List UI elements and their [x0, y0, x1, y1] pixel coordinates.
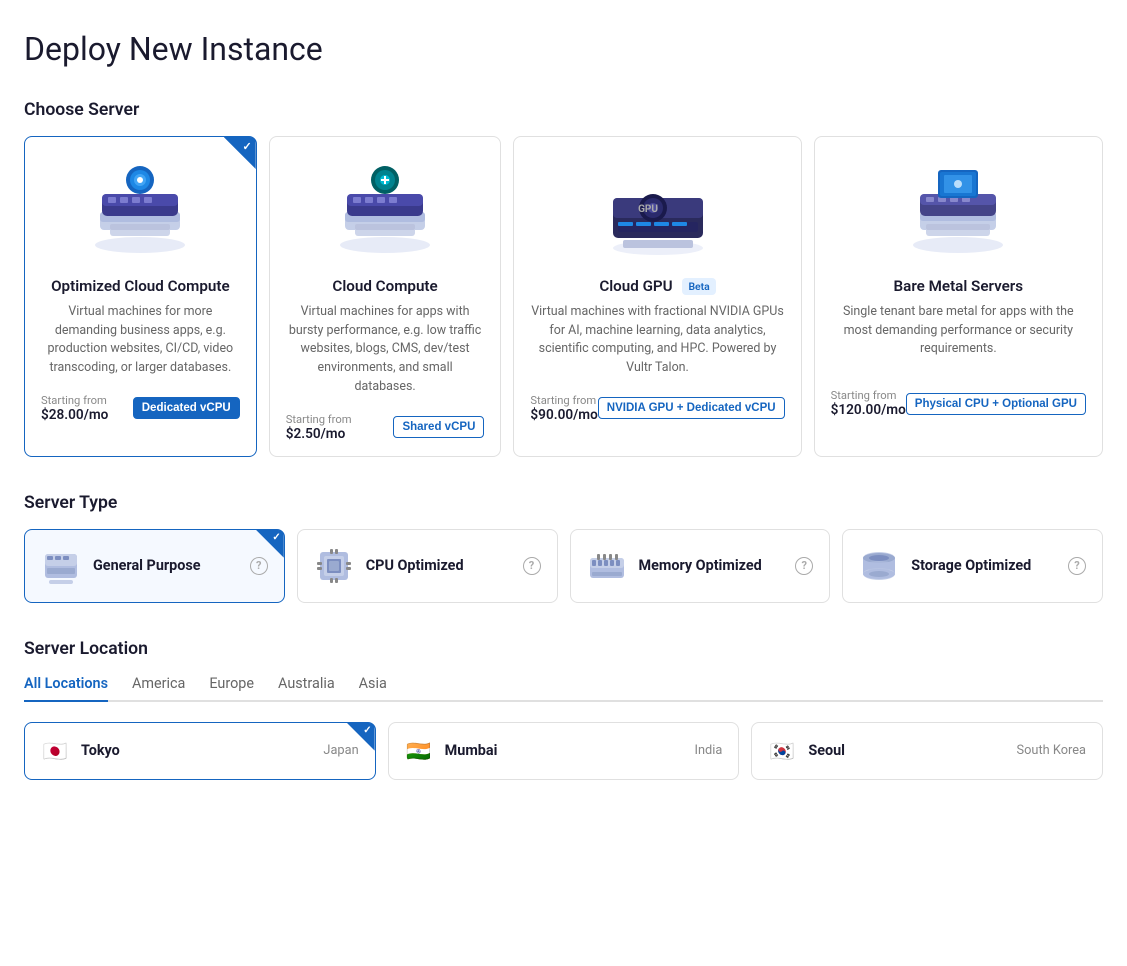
memory-optimized-icon: [587, 546, 627, 586]
location-tab-all[interactable]: All Locations: [24, 675, 108, 702]
card-title-optimized-cloud: Optimized Cloud Compute: [41, 277, 240, 295]
server-cards-grid: Optimized Cloud Compute Virtual machines…: [24, 136, 1103, 457]
card-footer-optimized-cloud: Starting from $28.00/mo Dedicated vCPU: [41, 394, 240, 423]
help-icon-memory[interactable]: ?: [795, 557, 813, 575]
choose-server-section: Choose Server: [24, 100, 1103, 457]
location-card-tokyo[interactable]: 🇯🇵 Tokyo Japan: [24, 722, 376, 780]
card-image-bare-metal: [831, 155, 1086, 265]
beta-badge: Beta: [682, 278, 715, 295]
location-name-tokyo: Tokyo: [81, 742, 311, 759]
server-card-bare-metal[interactable]: Bare Metal Servers Single tenant bare me…: [814, 136, 1103, 457]
location-cards-grid: 🇯🇵 Tokyo Japan 🇮🇳 Mumbai India 🇰🇷 Seoul …: [24, 722, 1103, 780]
starting-from-gpu: Starting from $90.00/mo: [530, 394, 597, 423]
server-type-heading: Server Type: [24, 493, 1103, 513]
server-location-section: Server Location All Locations America Eu…: [24, 639, 1103, 780]
location-name-mumbai: Mumbai: [445, 742, 683, 759]
location-tab-europe[interactable]: Europe: [209, 675, 254, 702]
card-desc-cloud-gpu: Virtual machines with fractional NVIDIA …: [530, 303, 784, 378]
type-check-badge-general: [256, 530, 284, 558]
server-type-cards-grid: General Purpose ?: [24, 529, 1103, 603]
general-purpose-icon: [41, 546, 81, 586]
location-tab-asia[interactable]: Asia: [359, 675, 387, 702]
card-title-cloud-gpu: Cloud GPU Beta: [530, 277, 784, 295]
location-tab-america[interactable]: America: [132, 675, 185, 702]
svg-text:GPU: GPU: [638, 204, 658, 215]
cpu-badge-gpu[interactable]: NVIDIA GPU + Dedicated vCPU: [598, 397, 785, 419]
type-card-general[interactable]: General Purpose ?: [24, 529, 285, 603]
type-card-memory[interactable]: Memory Optimized ?: [570, 529, 831, 603]
help-icon-cpu[interactable]: ?: [523, 557, 541, 575]
location-tab-australia[interactable]: Australia: [278, 675, 335, 702]
card-image-cloud-gpu: GPU: [530, 155, 784, 265]
type-name-cpu: CPU Optimized: [366, 557, 511, 574]
location-country-seoul: South Korea: [1017, 743, 1086, 758]
type-card-storage[interactable]: Storage Optimized ?: [842, 529, 1103, 603]
location-name-seoul: Seoul: [808, 742, 1004, 759]
starting-from-optimized: Starting from $28.00/mo: [41, 394, 108, 423]
cpu-badge-cloud[interactable]: Shared vCPU: [393, 416, 484, 438]
card-desc-optimized-cloud: Virtual machines for more demanding busi…: [41, 303, 240, 378]
card-footer-cloud-compute: Starting from $2.50/mo Shared vCPU: [286, 413, 485, 442]
type-card-cpu[interactable]: CPU Optimized ?: [297, 529, 558, 603]
server-card-cloud-compute[interactable]: Cloud Compute Virtual machines for apps …: [269, 136, 502, 457]
server-card-cloud-gpu[interactable]: GPU Cloud GPU Beta Virtual machines with…: [513, 136, 801, 457]
card-desc-cloud-compute: Virtual machines for apps with bursty pe…: [286, 303, 485, 397]
flag-japan: 🇯🇵: [41, 737, 69, 765]
card-image-cloud-compute: [286, 155, 485, 265]
card-title-bare-metal: Bare Metal Servers: [831, 277, 1086, 295]
cpu-optimized-icon: [314, 546, 354, 586]
location-country-mumbai: India: [694, 743, 722, 758]
card-desc-bare-metal: Single tenant bare metal for apps with t…: [831, 303, 1086, 373]
flag-india: 🇮🇳: [405, 737, 433, 765]
type-name-storage: Storage Optimized: [911, 557, 1056, 574]
starting-from-cloud: Starting from $2.50/mo: [286, 413, 352, 442]
server-card-optimized-cloud[interactable]: Optimized Cloud Compute Virtual machines…: [24, 136, 257, 457]
choose-server-heading: Choose Server: [24, 100, 1103, 120]
server-location-heading: Server Location: [24, 639, 1103, 659]
card-image-optimized-cloud: [41, 155, 240, 265]
starting-from-bare-metal: Starting from $120.00/mo: [831, 389, 906, 418]
card-footer-cloud-gpu: Starting from $90.00/mo NVIDIA GPU + Ded…: [530, 394, 784, 423]
help-icon-general[interactable]: ?: [250, 557, 268, 575]
location-card-seoul[interactable]: 🇰🇷 Seoul South Korea: [751, 722, 1103, 780]
server-type-section: Server Type General Purpose ?: [24, 493, 1103, 603]
flag-south-korea: 🇰🇷: [768, 737, 796, 765]
cpu-badge-optimized[interactable]: Dedicated vCPU: [133, 397, 240, 419]
type-name-memory: Memory Optimized: [639, 557, 784, 574]
location-country-tokyo: Japan: [323, 743, 358, 758]
location-tabs: All Locations America Europe Australia A…: [24, 675, 1103, 702]
storage-optimized-icon: [859, 546, 899, 586]
type-name-general: General Purpose: [93, 557, 238, 574]
card-title-cloud-compute: Cloud Compute: [286, 277, 485, 295]
card-footer-bare-metal: Starting from $120.00/mo Physical CPU + …: [831, 389, 1086, 418]
location-card-mumbai[interactable]: 🇮🇳 Mumbai India: [388, 722, 740, 780]
cpu-badge-bare-metal[interactable]: Physical CPU + Optional GPU: [906, 393, 1086, 415]
page-title: Deploy New Instance: [24, 30, 1103, 68]
help-icon-storage[interactable]: ?: [1068, 557, 1086, 575]
